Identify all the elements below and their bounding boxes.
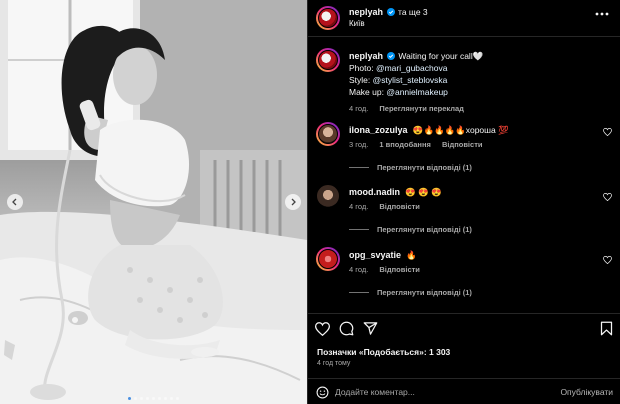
caption-text: neplyah Waiting for your call🤍 Photo: @m…: [349, 50, 604, 98]
comment-username[interactable]: opg_svyatie: [349, 250, 401, 260]
post-side-panel: neplyah та ще 3 Київ neplyah Waiting for…: [307, 0, 620, 404]
style-credit-link[interactable]: @stylist_steblovska: [373, 75, 448, 85]
comment-time: 4 год.: [349, 265, 369, 274]
photo-illustration: [0, 0, 307, 404]
replies-divider: [349, 229, 369, 230]
comment-body: 😍 😍 😍: [405, 187, 442, 197]
view-replies-button[interactable]: Переглянути відповіді (1): [349, 288, 472, 297]
comment-composer: Опублікувати: [308, 378, 620, 404]
comment-meta: 4 год. Відповісти: [349, 202, 429, 211]
comment-body: 😍🔥🔥🔥🔥хороша 💯: [412, 125, 509, 135]
carousel-dot: [152, 397, 155, 400]
post-photo[interactable]: [0, 0, 307, 404]
carousel-dot: [170, 397, 173, 400]
caption-meta: 4 год. Переглянути переклад: [349, 104, 473, 113]
carousel-dot: [158, 397, 161, 400]
comment-text: ilona_zozulya 😍🔥🔥🔥🔥хороша 💯: [349, 124, 604, 136]
carousel-dots: [0, 397, 307, 400]
comment-time: 3 год.: [349, 140, 369, 149]
replies-divider: [349, 292, 369, 293]
like-heart-icon[interactable]: [315, 322, 330, 336]
comment-likes-count[interactable]: 1 вподобання: [379, 140, 430, 149]
style-credit-label: Style:: [349, 75, 371, 85]
caption-body: Waiting for your call🤍: [398, 51, 484, 61]
avatar[interactable]: [316, 247, 340, 271]
avatar[interactable]: [316, 48, 340, 72]
post-comment-button[interactable]: Опублікувати: [560, 387, 613, 397]
caption: neplyah Waiting for your call🤍 Photo: @m…: [316, 48, 616, 128]
comment-username[interactable]: mood.nadin: [349, 187, 400, 197]
reply-button[interactable]: Відповісти: [379, 202, 420, 211]
share-send-icon[interactable]: [363, 321, 378, 336]
post-actions: Позначки «Подобається»: 1 303 4 год тому…: [308, 313, 620, 404]
avatar[interactable]: [316, 184, 340, 208]
view-replies-label: Переглянути відповіді (1): [377, 163, 472, 172]
carousel-dot: [140, 397, 143, 400]
chevron-right-icon: [291, 198, 296, 206]
likes-count[interactable]: Позначки «Подобається»: 1 303: [317, 347, 450, 357]
comment-text: mood.nadin 😍 😍 😍: [349, 186, 604, 198]
makeup-credit-link[interactable]: @annielmakeup: [386, 87, 448, 97]
avatar[interactable]: [316, 122, 340, 146]
see-translation-button[interactable]: Переглянути переклад: [379, 104, 464, 113]
location-link[interactable]: Київ: [349, 18, 428, 29]
save-bookmark-icon[interactable]: [600, 321, 613, 336]
carousel-dot: [176, 397, 179, 400]
view-replies-button[interactable]: Переглянути відповіді (1): [349, 225, 472, 234]
makeup-credit-label: Make up:: [349, 87, 384, 97]
caption-time: 4 год.: [349, 104, 369, 113]
previous-photo-button[interactable]: [7, 194, 23, 210]
next-photo-button[interactable]: [285, 194, 301, 210]
comment: mood.nadin 😍 😍 😍 4 год. Відповісти Перег…: [316, 184, 616, 244]
view-replies-button[interactable]: Переглянути відповіді (1): [349, 163, 472, 172]
comment-body: 🔥: [406, 250, 417, 260]
carousel-dot: [128, 397, 131, 400]
reply-button[interactable]: Відповісти: [442, 140, 483, 149]
like-comment-heart-icon[interactable]: [603, 128, 612, 136]
carousel-dot: [146, 397, 149, 400]
carousel-dot: [134, 397, 137, 400]
view-replies-label: Переглянути відповіді (1): [377, 225, 472, 234]
replies-divider: [349, 167, 369, 168]
comment: ilona_zozulya 😍🔥🔥🔥🔥хороша 💯 3 год. 1 впо…: [316, 122, 616, 182]
comment-bubble-icon[interactable]: [339, 321, 354, 336]
verified-badge-icon: [387, 52, 396, 60]
like-comment-heart-icon[interactable]: [603, 256, 612, 264]
emoji-icon[interactable]: [316, 386, 329, 399]
verified-badge-icon: [386, 8, 395, 16]
comment-meta: 3 год. 1 вподобання Відповісти: [349, 140, 491, 149]
avatar[interactable]: [316, 6, 340, 30]
comment-input[interactable]: [335, 384, 545, 400]
coauthors-link[interactable]: та ще 3: [398, 7, 428, 17]
more-options-icon[interactable]: [595, 12, 609, 16]
comment-username[interactable]: ilona_zozulya: [349, 125, 408, 135]
chevron-left-icon: [12, 198, 17, 206]
reply-button[interactable]: Відповісти: [379, 265, 420, 274]
author-username[interactable]: neplyah: [349, 7, 383, 17]
post-time: 4 год тому: [317, 360, 351, 367]
comment-meta: 4 год. Відповісти: [349, 265, 429, 274]
like-comment-heart-icon[interactable]: [603, 193, 612, 201]
post-header: neplyah та ще 3 Київ: [308, 0, 620, 37]
comment-text: opg_svyatie 🔥: [349, 249, 604, 261]
post-dialog: neplyah та ще 3 Київ neplyah Waiting for…: [0, 0, 620, 404]
photo-credit-link[interactable]: @mari_gubachova: [376, 63, 447, 73]
photo-credit-label: Photo:: [349, 63, 374, 73]
caption-username[interactable]: neplyah: [349, 51, 383, 61]
view-replies-label: Переглянути відповіді (1): [377, 288, 472, 297]
comments-list[interactable]: neplyah Waiting for your call🤍 Photo: @m…: [308, 44, 620, 310]
carousel-dot: [164, 397, 167, 400]
comment: opg_svyatie 🔥 4 год. Відповісти Переглян…: [316, 247, 616, 307]
comment-time: 4 год.: [349, 202, 369, 211]
